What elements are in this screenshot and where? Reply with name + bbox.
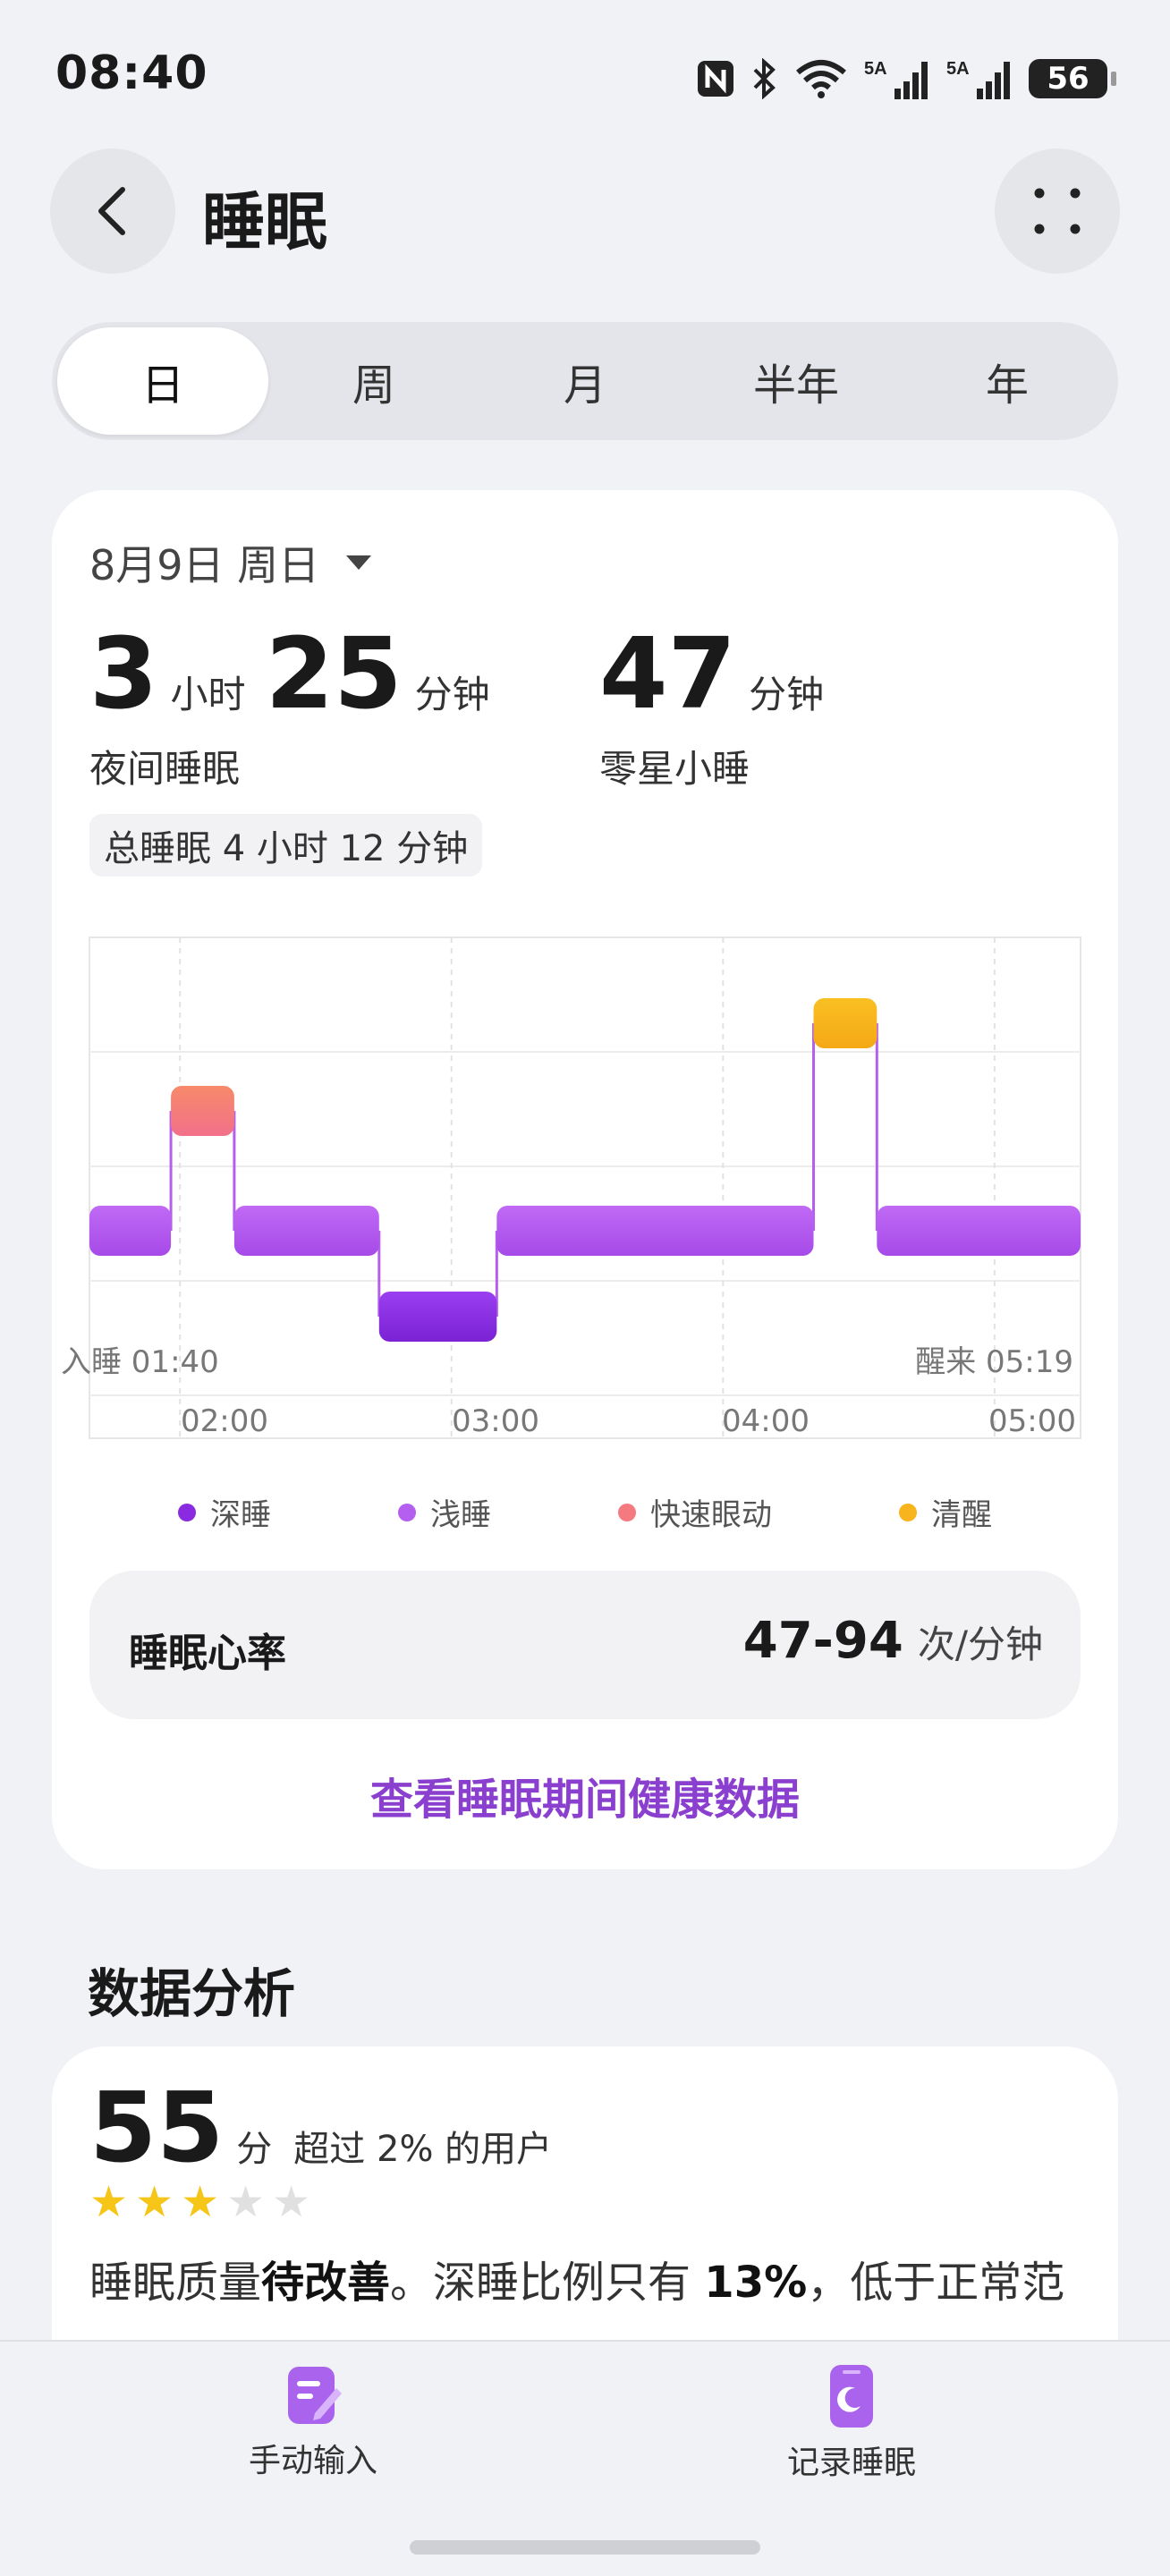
legend-dot [178, 1503, 196, 1521]
tab-year[interactable]: 年 [902, 327, 1113, 435]
heart-rate-unit: 次/分钟 [917, 1623, 1043, 1666]
x-tick-label: 03:00 [452, 1403, 539, 1439]
heart-rate-value: 47-94 [742, 1612, 903, 1670]
tab-half-year[interactable]: 半年 [691, 327, 902, 435]
tab-week[interactable]: 周 [268, 327, 479, 435]
legend-dot [398, 1503, 416, 1521]
tab-day[interactable]: 日 [57, 327, 268, 435]
x-tick-label: 04:00 [722, 1403, 810, 1439]
legend-dot [618, 1503, 636, 1521]
edit-note-icon [288, 2367, 342, 2424]
battery-icon: 56 [1029, 59, 1116, 98]
legend-item-deep: 深睡 [178, 1490, 271, 1534]
x-tick-label: 02:00 [181, 1403, 268, 1439]
analysis-text-2: 待改善 [261, 2258, 391, 2308]
analysis-text-3: 。深睡比例只有 [390, 2258, 705, 2308]
sleep-start-label: 入睡 01:40 [61, 1344, 219, 1380]
analysis-text-5: ，低于正常范 [807, 2258, 1065, 2308]
score-unit: 分 [236, 2129, 273, 2170]
status-bar: 08:40 5A 5A 56 [0, 0, 1170, 157]
heart-rate-label: 睡眠心率 [129, 1631, 286, 1676]
sleep-stage-bar [496, 1206, 814, 1256]
legend-label: 快速眼动 [650, 1497, 772, 1533]
analysis-text-4: 13% [704, 2258, 808, 2308]
sleep-summary-card: 8月9日 周日 3 小时 25 分钟 夜间睡眠 47 分钟 零星小睡 总睡眠 4… [52, 490, 1118, 1869]
tab-month[interactable]: 月 [479, 327, 691, 435]
score-percentile: 超过 2% 的用户 [293, 2129, 553, 2170]
star-empty-icon: ★ [272, 2177, 311, 2227]
legend-item-rem: 快速眼动 [618, 1490, 772, 1534]
wake-end-label: 醒来 05:19 [915, 1344, 1073, 1380]
legend-item-light: 浅睡 [398, 1490, 491, 1534]
signal-icon-1: 5A [864, 56, 930, 101]
record-sleep-button[interactable]: 记录睡眠 [787, 2363, 916, 2483]
sleep-stage-bar [171, 1086, 234, 1136]
sleep-score: 55 分 超过 2% 的用户 [89, 2080, 552, 2177]
legend-label: 清醒 [931, 1497, 992, 1533]
view-health-data-link[interactable]: 查看睡眠期间健康数据 [52, 1764, 1118, 1826]
page-header: 睡眠 [0, 143, 1170, 277]
more-options-button[interactable] [995, 148, 1120, 274]
status-icons: 5A 5A 56 [696, 54, 1116, 104]
section-title-analysis: 数据分析 [88, 1963, 296, 2024]
sleep-stage-bar [233, 1206, 379, 1256]
star-empty-icon: ★ [226, 2177, 266, 2227]
star-rating: ★ ★ ★ ★ ★ [89, 2181, 310, 2224]
sleep-stage-chart: 入睡 01:40 醒来 05:19 02:00 03:00 04:00 05:0… [61, 936, 1081, 1439]
legend-label: 浅睡 [430, 1497, 491, 1533]
sleep-stage-bar [378, 1292, 497, 1342]
score-value: 55 [89, 2072, 225, 2184]
heart-rate-value-group: 47-94 次/分钟 [743, 1612, 1043, 1670]
analysis-text: 睡眠质量待改善。深睡比例只有 13%，低于正常范 [89, 2245, 1088, 2320]
legend-dot [899, 1503, 917, 1521]
bluetooth-icon [751, 58, 778, 99]
page-title: 睡眠 [202, 185, 327, 258]
chart-legend: 深睡 浅睡 快速眼动 清醒 [52, 1490, 1118, 1534]
back-button[interactable] [50, 148, 175, 274]
star-filled-icon: ★ [181, 2177, 220, 2227]
sleep-heart-rate-row[interactable]: 睡眠心率 47-94 次/分钟 [89, 1571, 1081, 1719]
sleep-record-icon [830, 2365, 873, 2428]
wifi-icon [794, 58, 848, 99]
sleep-stage-bar [877, 1206, 1081, 1256]
more-dots-icon [1034, 188, 1081, 234]
period-tabs: 日 周 月 半年 年 [52, 322, 1118, 440]
x-tick-label: 05:00 [988, 1403, 1076, 1439]
star-filled-icon: ★ [135, 2177, 174, 2227]
legend-label: 深睡 [210, 1497, 271, 1533]
signal-label-1: 5A [864, 59, 887, 79]
star-filled-icon: ★ [89, 2177, 129, 2227]
manual-input-label: 手动输入 [249, 2443, 378, 2479]
status-time: 08:40 [55, 47, 208, 100]
legend-item-awake: 清醒 [899, 1490, 992, 1534]
signal-icon-2: 5A [946, 56, 1013, 101]
record-sleep-label: 记录睡眠 [787, 2445, 917, 2481]
manual-input-button[interactable]: 手动输入 [249, 2363, 377, 2481]
sleep-stage-bar [89, 1206, 172, 1256]
chevron-left-icon [98, 187, 125, 235]
analysis-text-1: 睡眠质量 [89, 2258, 262, 2308]
signal-label-2: 5A [946, 59, 970, 79]
nfc-icon [696, 59, 735, 98]
sleep-stage-bar [813, 998, 878, 1048]
home-indicator[interactable] [410, 2540, 760, 2555]
